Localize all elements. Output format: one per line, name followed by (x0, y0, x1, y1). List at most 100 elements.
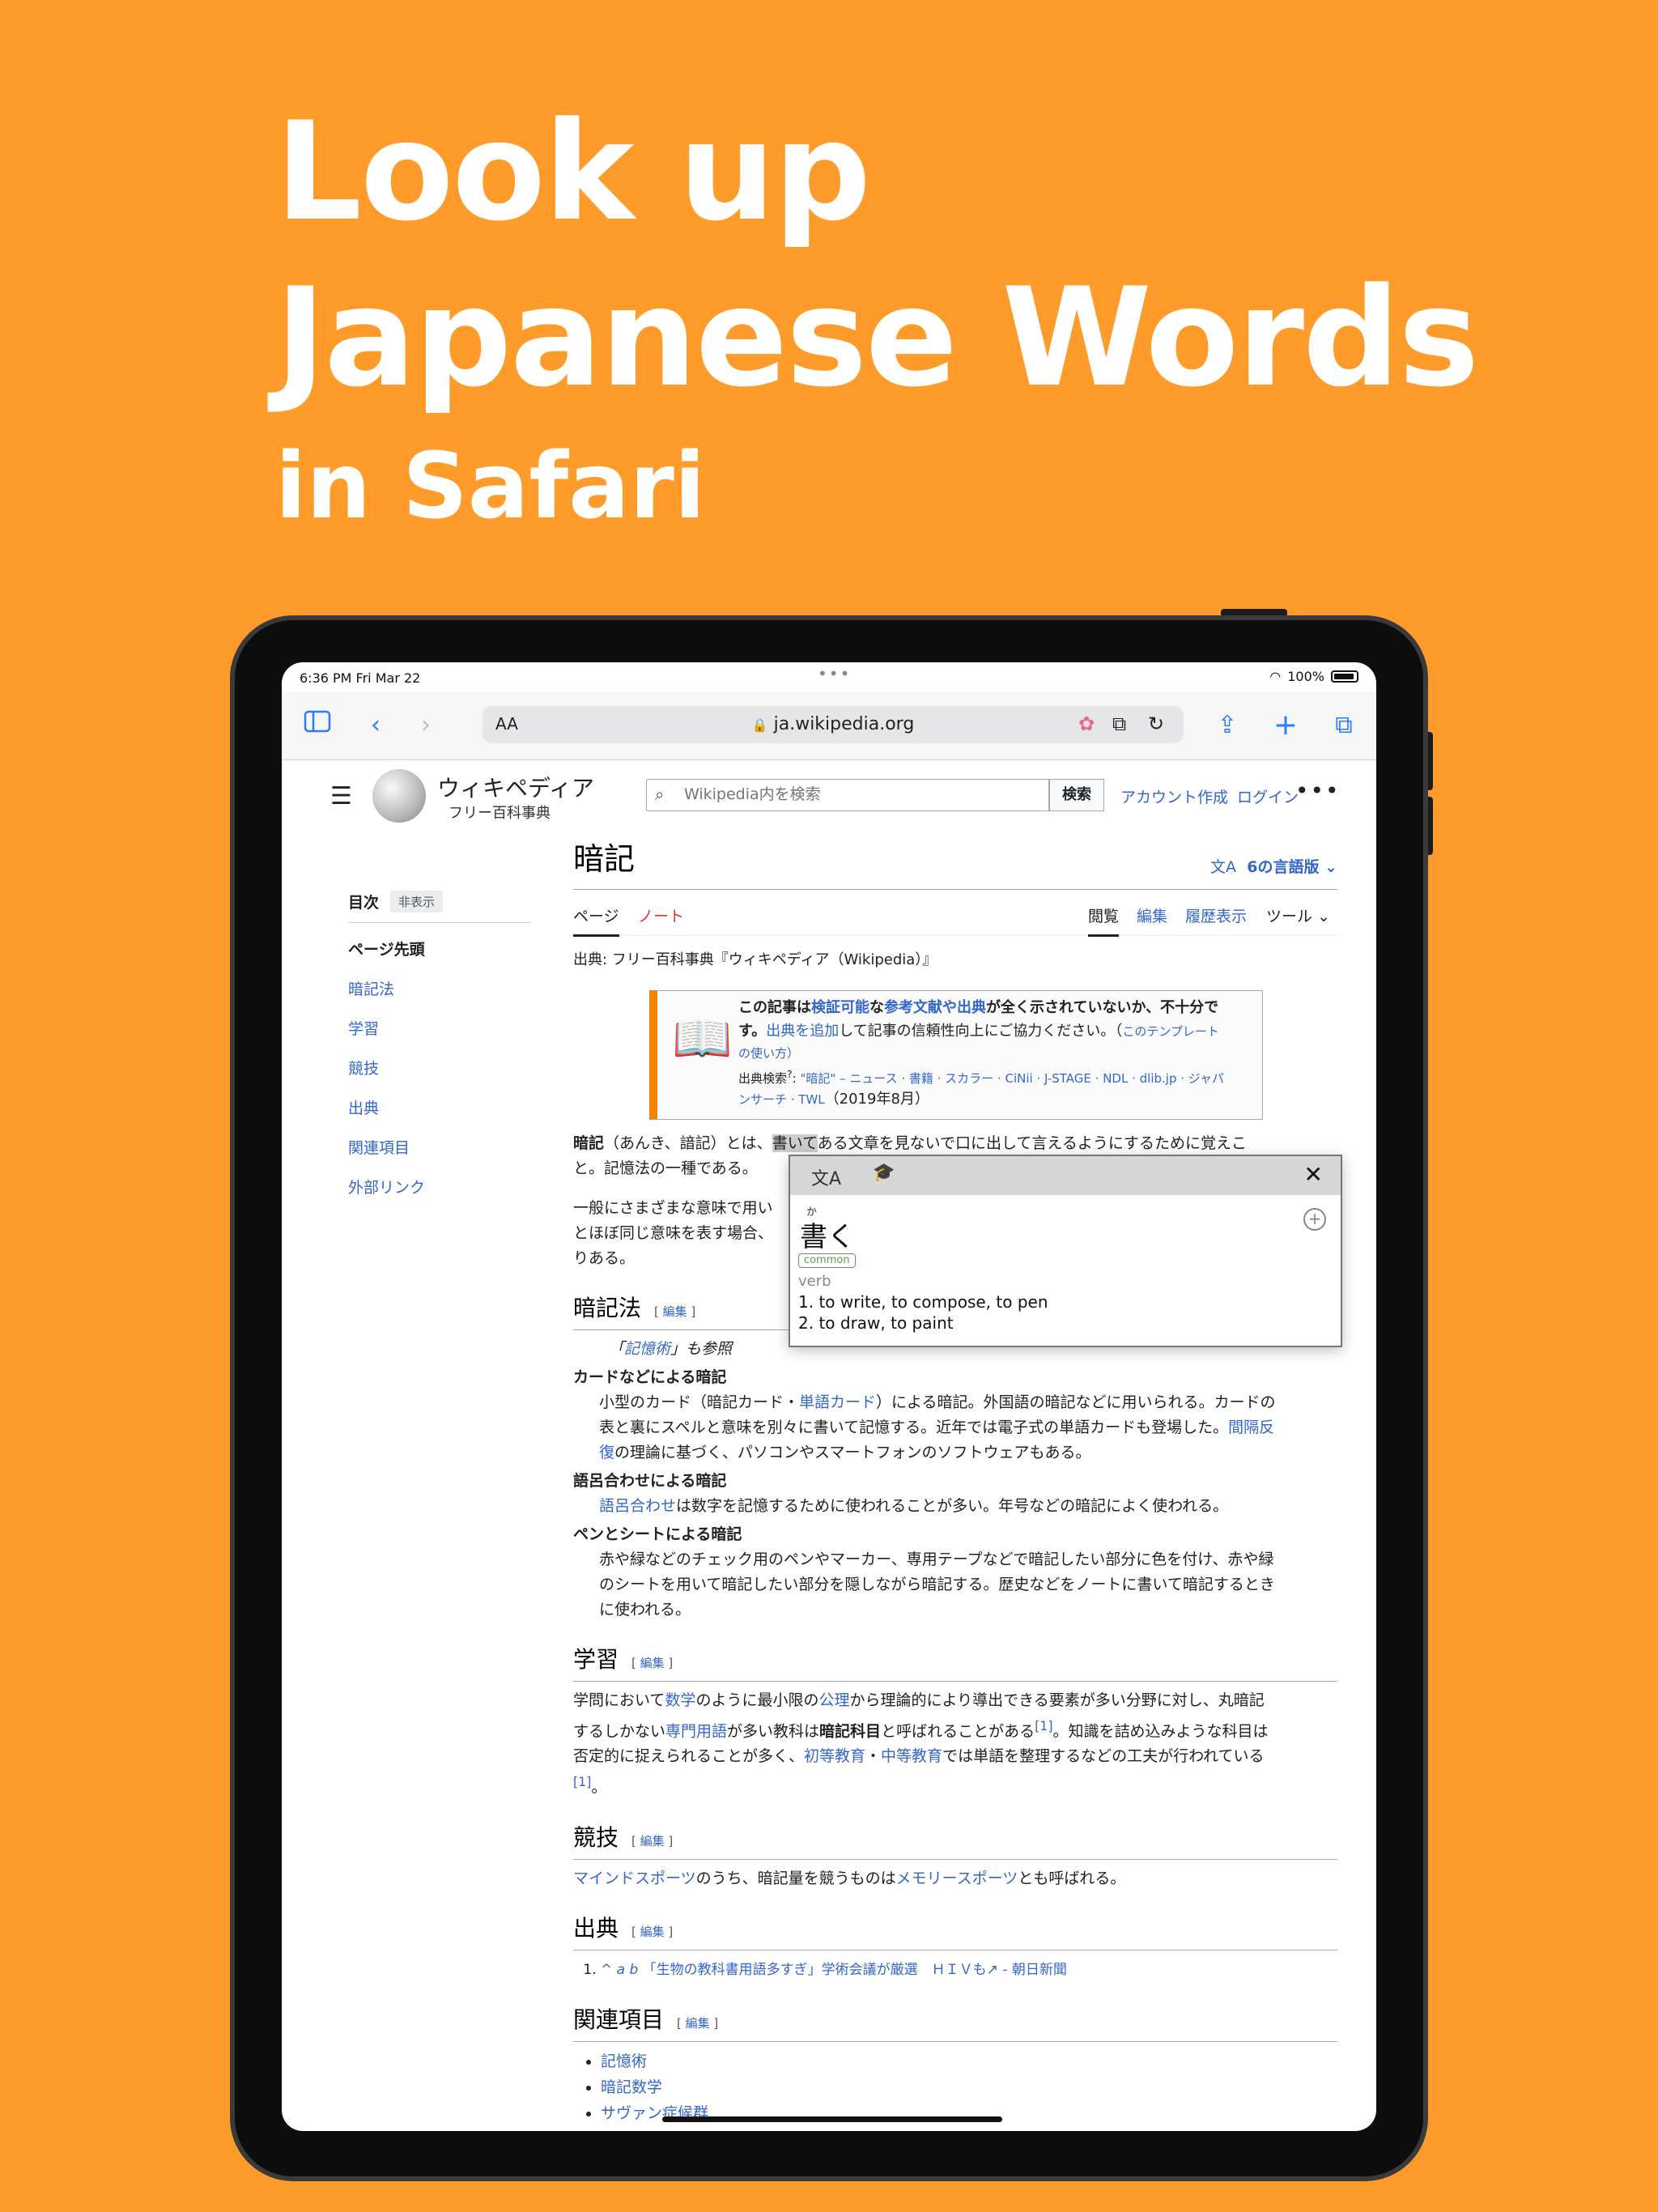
forward-icon[interactable]: › (408, 708, 444, 743)
link[interactable]: 中等教育 (881, 1747, 942, 1765)
edit-label: 編集 (640, 1924, 665, 1939)
language-button[interactable]: 文A 6の言語版 ⌄ (1210, 855, 1337, 880)
related-link[interactable]: 暗記数学 (601, 2078, 662, 2096)
citation-link[interactable]: [1] (573, 1774, 591, 1789)
notice-text: す。 (738, 1023, 767, 1040)
template-help-link[interactable]: の使い方） (738, 1046, 799, 1061)
toc-item[interactable]: 関連項目 (348, 1136, 531, 1158)
notice-link-verifiable[interactable]: 検証可能 (811, 999, 869, 1016)
link[interactable]: メモリースポーツ (896, 1870, 1018, 1887)
add-source-link[interactable]: 出典を追加 (766, 1023, 839, 1040)
notice-link-references[interactable]: 参考文献や出典 (884, 999, 986, 1016)
list-item: 暗記数学 (601, 2074, 1337, 2100)
toc-item-top[interactable]: ページ先頭 (348, 938, 531, 959)
tab-page[interactable]: ページ (573, 904, 619, 937)
reference-link[interactable]: 「生物の教科書用語多すぎ」学術会議が厳選 ＨＩＶも (643, 1962, 987, 1978)
related-list: 記憶術 暗記数学 サヴァン症候群 (573, 2048, 1337, 2126)
language-count: 6の言語版 (1247, 858, 1320, 876)
link[interactable]: 初等教育 (804, 1747, 865, 1765)
tab-tools[interactable]: ツール ⌄ (1266, 904, 1330, 929)
link[interactable]: 間隔反 (1228, 1419, 1274, 1436)
login-link[interactable]: ログイン (1237, 785, 1299, 807)
source-search-links[interactable]: ンサーチ · TWL (738, 1092, 825, 1107)
close-icon[interactable]: ✕ (1304, 1161, 1323, 1188)
back-icon[interactable]: ‹ (358, 708, 393, 743)
sidebar-icon[interactable] (300, 708, 335, 743)
text: と呼ばれることがある (881, 1722, 1035, 1741)
extension-puzzle-icon[interactable]: ⧉ (1112, 713, 1126, 735)
ref-backlink[interactable]: ^ a b (601, 1962, 638, 1978)
source-search-links[interactable]: "暗記" – ニュース · 書籍 · スカラー · CiNii · J-STAG… (800, 1071, 1224, 1086)
search-icon: ⌕ (655, 785, 665, 804)
multitasking-dots[interactable]: ••• (818, 664, 851, 683)
reference-source[interactable]: - 朝日新聞 (998, 1962, 1067, 1978)
link[interactable]: 数学 (665, 1691, 695, 1709)
selected-word[interactable]: 書いて (772, 1134, 818, 1152)
share-icon[interactable]: ⇪ (1209, 708, 1245, 743)
list-item: 記憶術 (601, 2048, 1337, 2074)
status-time: 6:36 PM Fri Mar 22 (300, 670, 421, 686)
definition-desc: 語呂合わせは数字を記憶するために使われることが多い。年号などの暗記によく使われる… (599, 1494, 1337, 1519)
toc-item[interactable]: 競技 (348, 1057, 531, 1078)
search-input[interactable] (682, 785, 1010, 804)
text: 表と裏にスペルと意味を別々に書いて記憶する。近年では電子式の単語カードも登場した… (599, 1419, 1229, 1436)
section-paragraph: 学問において数学のように最小限の公理から理論的により導出できる要素が多い分野に対… (573, 1688, 1337, 1801)
plus-icon[interactable]: + (1268, 708, 1303, 743)
edit-section-link[interactable]: [ 編集 ] (631, 1656, 673, 1670)
edit-section-link[interactable]: [ 編集 ] (654, 1304, 695, 1319)
edit-section-link[interactable]: [ 編集 ] (677, 2016, 718, 2031)
toc-item[interactable]: 学習 (348, 1017, 531, 1039)
edit-section-link[interactable]: [ 編集 ] (631, 1925, 673, 1939)
reload-icon[interactable]: ↻ (1148, 713, 1164, 735)
template-help-link[interactable]: このテンプレート (1122, 1024, 1219, 1039)
create-account-link[interactable]: アカウント作成 (1120, 785, 1228, 807)
tab-talk[interactable]: ノート (638, 904, 684, 929)
toc-item[interactable]: 暗記法 (348, 977, 531, 999)
tabs-icon[interactable]: ⧉ (1326, 708, 1362, 743)
text: ）による暗記。外国語の暗記などに用いられる。カードの (876, 1393, 1276, 1411)
address-bar[interactable]: AA 🔒 ja.wikipedia.org ✿ ⧉ ↻ (483, 706, 1184, 743)
page-title: 暗記 (573, 841, 636, 877)
notice-text: な (869, 999, 884, 1016)
citation-link[interactable]: [1] (1035, 1718, 1052, 1733)
toc-item[interactable]: 外部リンク (348, 1176, 531, 1197)
link[interactable]: 公理 (818, 1691, 849, 1709)
section-title: 出典 (573, 1914, 619, 1942)
add-word-icon[interactable]: + (1303, 1208, 1326, 1231)
more-options-icon[interactable]: ••• (1295, 777, 1341, 804)
graduation-cap-icon[interactable]: 🎓 (873, 1163, 895, 1183)
text: の理論に基づく、パソコンやスマートフォンのソフトウェアもある。 (614, 1444, 1091, 1461)
part-of-speech: verb (798, 1273, 831, 1290)
tab-edit[interactable]: 編集 (1137, 904, 1167, 929)
text: は数字を記憶するために使われることが多い。年号などの暗記によく使われる。 (676, 1497, 1229, 1515)
link[interactable]: 語呂合わせ (599, 1497, 676, 1515)
text: 学問において (573, 1691, 665, 1709)
toc-item[interactable]: 出典 (348, 1096, 531, 1118)
link[interactable]: 単語カード (799, 1393, 876, 1411)
wikipedia-globe-logo[interactable] (372, 769, 426, 823)
home-indicator[interactable] (662, 2116, 1002, 2122)
table-of-contents: 目次 非表示 ページ先頭 暗記法 学習 競技 出典 関連項目 外部リンク (348, 891, 531, 1197)
search-button[interactable]: 検索 (1049, 779, 1104, 811)
site-tagline: フリー百科事典 (449, 805, 551, 822)
tab-history[interactable]: 履歴表示 (1185, 904, 1247, 929)
extension-flower-icon[interactable]: ✿ (1078, 713, 1095, 735)
link[interactable]: 復 (599, 1444, 614, 1461)
ipad-screen: 6:36 PM Fri Mar 22 ••• ◠ 100% ‹ › AA 🔒 j… (282, 662, 1376, 2131)
edit-section-link[interactable]: [ 編集 ] (631, 1834, 673, 1848)
text: 。知識を詰め込みような科目は (1052, 1722, 1269, 1741)
menu-icon[interactable]: ☰ (330, 782, 352, 810)
related-link[interactable]: 記憶術 (601, 2052, 647, 2070)
sense-1: 1. to write, to compose, to pen (798, 1292, 1048, 1312)
link[interactable]: マインドスポーツ (573, 1870, 696, 1887)
tab-read[interactable]: 閲覧 (1088, 904, 1120, 937)
toc-hide-button[interactable]: 非表示 (390, 891, 444, 912)
translate-icon[interactable]: 文A (811, 1164, 841, 1190)
edit-label: 編集 (640, 1833, 665, 1848)
site-name[interactable]: ウィキペディア (437, 771, 594, 803)
link[interactable]: 専門用語 (665, 1722, 727, 1740)
search-box[interactable]: ⌕ (646, 779, 1049, 811)
maintenance-notice: 📖 この記事は検証可能な参考文献や出典が全く示されていないか、不十分で す。出典… (649, 990, 1263, 1120)
intro-text: と。記憶法の一種である。 (573, 1159, 758, 1177)
hatnote-link[interactable]: 記憶術 (624, 1340, 670, 1358)
